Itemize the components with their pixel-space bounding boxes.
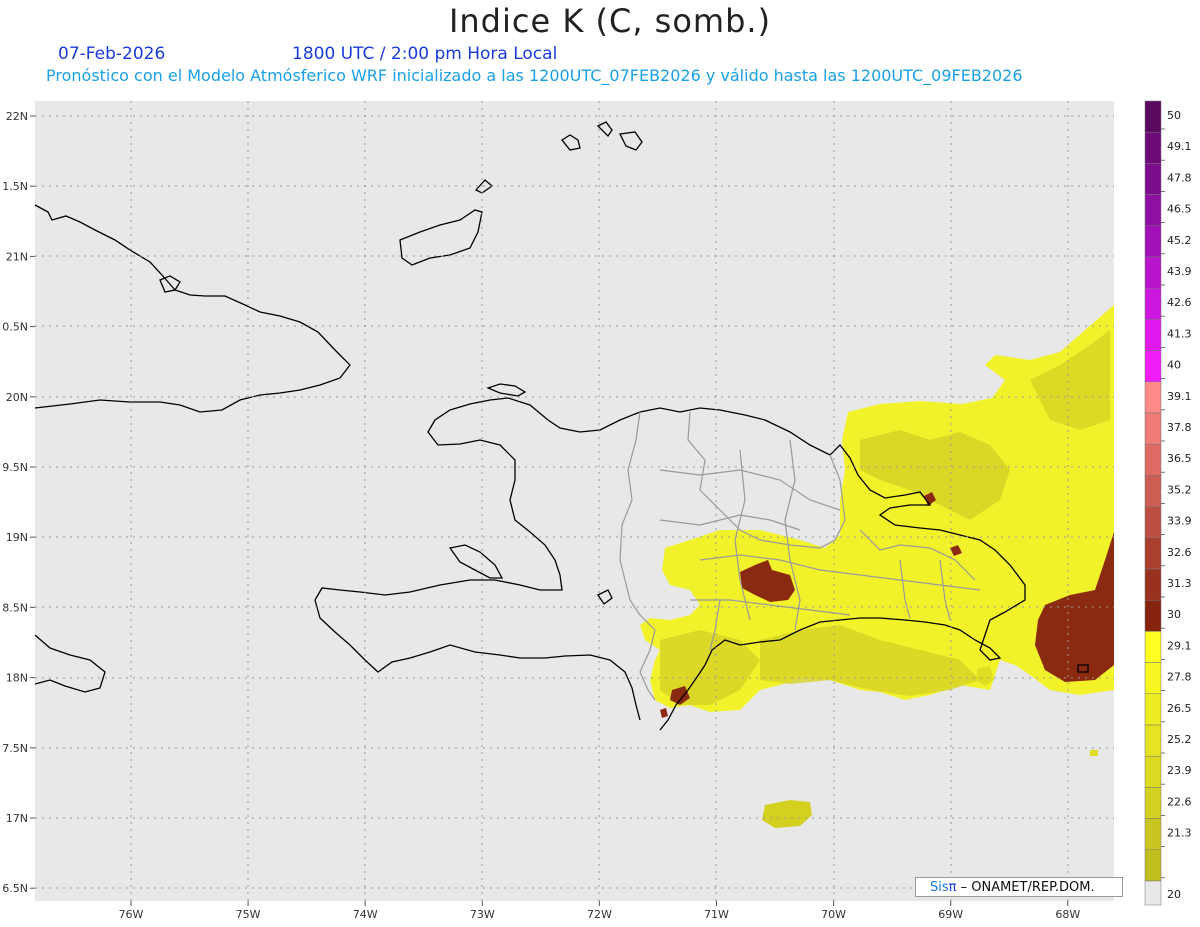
latitude-axis: 22N 1.5N 21N 0.5N 20N 9.5N 19N 8.5N 18N 7.5N 17N 6.… — [2, 110, 35, 895]
colorbar-cell — [1144, 475, 1162, 507]
colorbar-label: 32.6 — [1167, 546, 1192, 559]
colorbar-cell — [1144, 194, 1162, 227]
lat-label: 9.5N — [2, 461, 28, 474]
colorbar-label: 50 — [1167, 109, 1181, 122]
colorbar-label: 41.3 — [1167, 327, 1192, 340]
colorbar-cell — [1144, 693, 1162, 726]
lon-label: 68W — [1055, 908, 1080, 921]
colorbar-label: 45.2 — [1167, 234, 1192, 247]
colorbar-cell — [1144, 163, 1162, 195]
colorbar-label: 47.8 — [1167, 171, 1192, 184]
colorbar-cell — [1144, 319, 1162, 351]
lat-label: 20N — [6, 391, 28, 404]
colorbar-cell — [1144, 818, 1162, 851]
colorbar-label: 26.5 — [1167, 702, 1192, 715]
lon-label: 69W — [938, 908, 963, 921]
colorbar-label: 30 — [1167, 608, 1181, 621]
colorbar-cell — [1144, 443, 1162, 476]
colorbar-cell — [1144, 412, 1162, 445]
colorbar-label: 37.8 — [1167, 421, 1192, 434]
colorbar-label: 22.6 — [1167, 795, 1192, 808]
lat-label: 8.5N — [2, 601, 28, 614]
colorbar-cell — [1144, 724, 1162, 757]
lat-label: 22N — [6, 110, 28, 123]
colorbar-label: 23.9 — [1167, 764, 1192, 777]
k-index-colorbar: 50 49.1 47.8 46.5 45.2 43.9 42.6 41.3 40 39.1 37.8… — [1144, 100, 1192, 906]
colorbar-label: 43.9 — [1167, 265, 1192, 278]
colorbar-label: 36.5 — [1167, 452, 1192, 465]
lat-label: 6.5N — [2, 882, 28, 895]
lon-label: 75W — [236, 908, 261, 921]
colorbar-label: 21.3 — [1167, 827, 1192, 840]
colorbar-cell — [1144, 381, 1162, 414]
lat-label: 17N — [6, 812, 28, 825]
lat-label: 1.5N — [2, 180, 28, 193]
colorbar-cell — [1144, 287, 1162, 320]
lon-label: 71W — [704, 908, 729, 921]
lat-label: 18N — [6, 672, 28, 685]
colorbar-label: 35.2 — [1167, 483, 1192, 496]
colorbar-cell — [1144, 100, 1162, 133]
longitude-axis: 76W 75W 74W 73W 72W 71W 70W 69W 68W — [119, 901, 1080, 921]
lon-label: 74W — [353, 908, 378, 921]
lon-label: 70W — [821, 908, 846, 921]
lon-label: 72W — [587, 908, 612, 921]
lon-label: 73W — [470, 908, 495, 921]
colorbar-cell — [1144, 787, 1162, 819]
colorbar-cell — [1144, 662, 1162, 695]
lat-label: 0.5N — [2, 321, 28, 334]
colorbar-cell-below — [1144, 880, 1162, 906]
lat-label: 19N — [6, 531, 28, 544]
colorbar-cell — [1144, 755, 1162, 788]
colorbar-label: 20 — [1167, 888, 1181, 901]
k-index-map: 22N 1.5N 21N 0.5N 20N 9.5N 19N 8.5N 18N 7.5N 17N 6.… — [2, 100, 1192, 921]
colorbar-label: 49.1 — [1167, 140, 1192, 153]
colorbar-label: 29.1 — [1167, 639, 1192, 652]
colorbar-cell — [1144, 131, 1162, 164]
colorbar-label: 40 — [1167, 359, 1181, 372]
colorbar-label: 27.8 — [1167, 671, 1192, 684]
colorbar-cell — [1144, 225, 1162, 258]
colorbar-cell — [1144, 568, 1162, 601]
colorbar-cell — [1144, 849, 1162, 882]
colorbar-label: 33.9 — [1167, 515, 1192, 528]
colorbar-label: 39.1 — [1167, 390, 1192, 403]
lon-label: 76W — [119, 908, 144, 921]
colorbar-label: 42.6 — [1167, 296, 1192, 309]
colorbar-cell — [1144, 256, 1162, 289]
colorbar-label: 31.3 — [1167, 577, 1192, 590]
colorbar-cell — [1144, 506, 1162, 539]
lat-label: 7.5N — [2, 742, 28, 755]
credit-brand: Sis — [930, 880, 949, 895]
k-index-patch-tiny — [1090, 750, 1098, 756]
credit-box: Sisπ – ONAMET/REP.DOM. — [915, 877, 1123, 897]
colorbar-label: 25.2 — [1167, 733, 1192, 746]
colorbar-cell — [1144, 599, 1162, 632]
colorbar-cell — [1144, 631, 1162, 663]
colorbar-cell — [1144, 350, 1162, 383]
lat-label: 21N — [6, 250, 28, 263]
colorbar-cell — [1144, 537, 1162, 570]
colorbar-label: 46.5 — [1167, 203, 1192, 216]
credit-text: – ONAMET/REP.DOM. — [956, 880, 1095, 895]
